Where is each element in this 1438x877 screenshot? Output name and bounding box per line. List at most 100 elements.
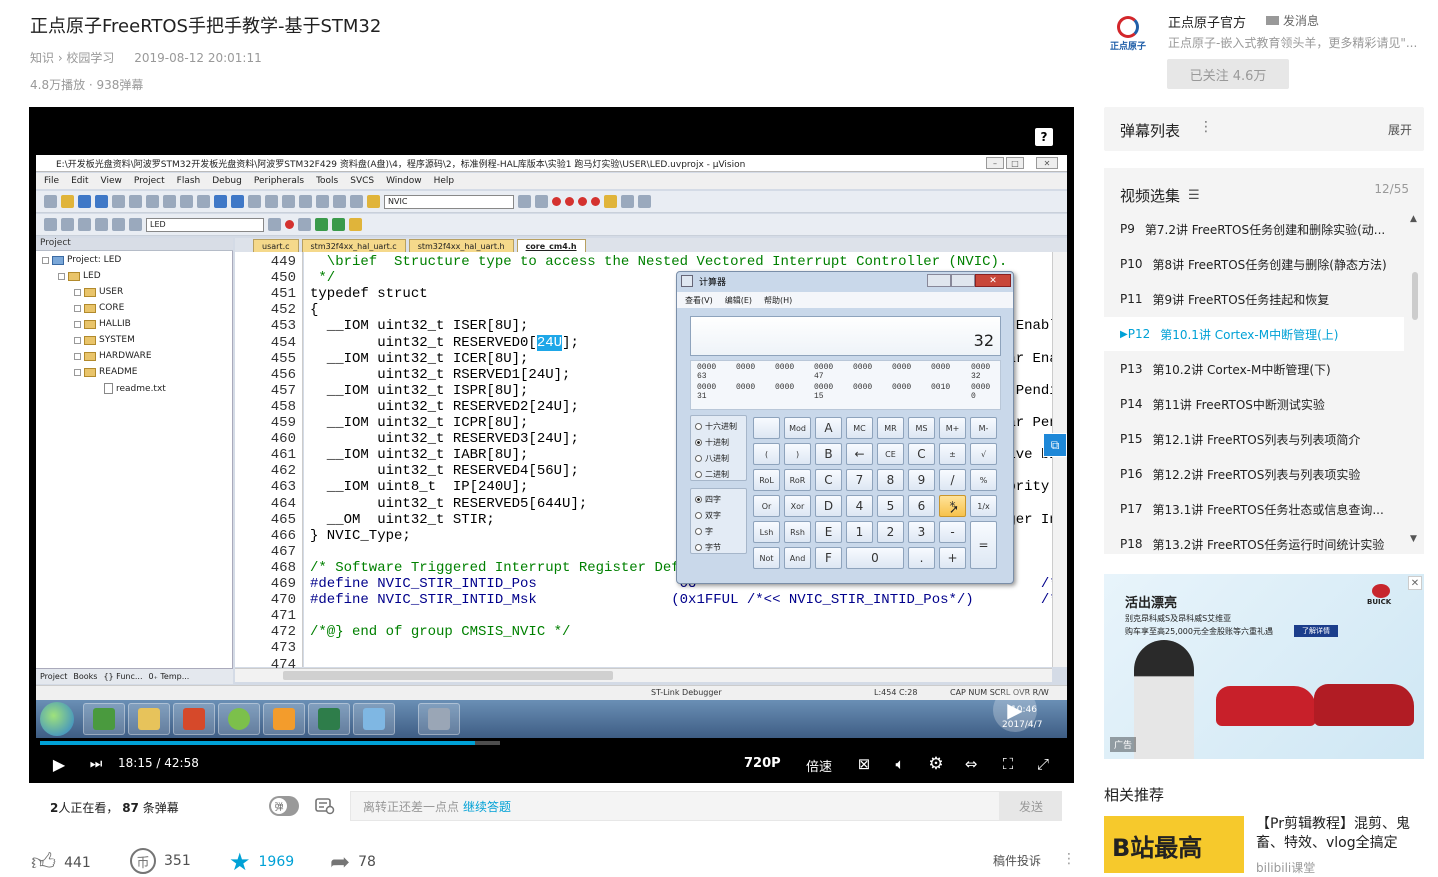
episode-item[interactable]: P18 第13.2讲 FreeRTOS任务运行时间统计实验	[1104, 527, 1404, 561]
ad-close-icon[interactable]: ✕	[1408, 576, 1422, 590]
related-title: 相关推荐	[1104, 786, 1165, 804]
follow-button[interactable]: 已关注 4.6万	[1167, 59, 1289, 89]
play-icon[interactable]: ▶	[49, 754, 69, 774]
line-number: 460	[270, 431, 296, 448]
line-number: 459	[270, 415, 296, 431]
scroll-thumb[interactable]	[1412, 272, 1418, 320]
bit-group: 32	[971, 372, 981, 381]
calc-key: .	[908, 547, 935, 569]
episode-item[interactable]: P11 第9讲 FreeRTOS任务挂起和恢复	[1104, 282, 1404, 316]
episode-scrollbar[interactable]: ▲ ▼	[1408, 214, 1422, 544]
uploader-avatar[interactable]: 正点原子	[1108, 14, 1148, 54]
code-line: #define NVIC_STIR_INTID_Msk (0x1FFUL /*<…	[310, 592, 1052, 609]
danmaku-list-menu-icon[interactable]: ⋮	[1199, 119, 1213, 135]
web-fullscreen-icon[interactable]: ⛶	[997, 753, 1019, 775]
send-message-button[interactable]: 发消息	[1266, 12, 1319, 29]
line-number: 452	[270, 302, 296, 319]
favorite-button[interactable]: ★ 1969	[229, 848, 294, 876]
report-link[interactable]: 稿件投诉	[993, 852, 1041, 869]
bit-group: 0000	[853, 383, 873, 392]
calc-key: %	[970, 469, 997, 491]
settings-gear-icon[interactable]: ⚙	[925, 753, 947, 775]
episode-item[interactable]: P9 第7.2讲 FreeRTOS任务创建和删除实验(动...	[1104, 212, 1404, 246]
tree-item: HALLIB	[74, 319, 131, 329]
code-line-selected: uint32_t RESERVED0[24U];	[310, 334, 579, 351]
episode-item[interactable]: P10 第8讲 FreeRTOS任务创建与删除(静态方法)	[1104, 247, 1404, 281]
tree-item: LED	[58, 271, 101, 281]
calc-minimize-icon	[927, 274, 951, 287]
more-options-icon[interactable]: ⋮	[1062, 851, 1076, 867]
danmaku-list-panel[interactable]: 弹幕列表 ⋮ 展开	[1104, 107, 1424, 151]
ad-learn-more-button[interactable]: 了解详情	[1294, 625, 1338, 637]
bit-group: 47	[814, 372, 824, 381]
expand-button[interactable]: 展开	[1388, 121, 1412, 138]
tree-item: readme.txt	[104, 383, 166, 394]
taskbar-app-icon	[263, 703, 305, 735]
share-arrow-icon: ➦	[330, 848, 351, 876]
radix-oct: 八进制	[695, 453, 729, 464]
taskbar-app-icon	[83, 703, 125, 735]
category-link[interactable]: 知识 › 校园学习	[30, 51, 114, 65]
ad-car-image	[1314, 684, 1414, 726]
uploader-name[interactable]: 正点原子官方	[1168, 12, 1246, 31]
volume-icon[interactable]: 🔈︎	[889, 753, 911, 775]
video-frame: E:\开发板光盘资料\阿波罗STM32开发板光盘资料\阿波罗STM32F429 …	[36, 155, 1067, 738]
ad-banner[interactable]: 活出漂亮 别克昂科威S及昂科威S艾维亚 购车享至高25,000元全金股账等六重礼…	[1104, 574, 1424, 759]
publish-date: 2019-08-12 20:01:11	[134, 51, 262, 65]
calc-key	[753, 417, 780, 439]
line-number: 461	[270, 447, 296, 464]
episode-item[interactable]: P17 第13.1讲 FreeRTOS任务壮态或信息查询...	[1104, 492, 1404, 526]
danmaku-toggle[interactable]: 弹	[269, 796, 299, 816]
scroll-down-icon[interactable]: ▼	[1410, 534, 1417, 544]
calc-key: D	[815, 495, 842, 517]
related-uploader[interactable]: bilibili课堂	[1256, 859, 1315, 876]
danmaku-input[interactable]: 离转正还差一点点 继续答题	[350, 791, 1000, 821]
line-number: 454	[270, 334, 296, 351]
related-thumbnail[interactable]: B站最高	[1104, 816, 1244, 873]
episode-item[interactable]: P14 第11讲 FreeRTOS中断测试实验	[1104, 387, 1404, 421]
big-play-icon[interactable]: ▶	[993, 688, 1037, 732]
mail-icon	[1266, 16, 1279, 25]
mouse-cursor-icon: ➚	[949, 502, 960, 516]
file-tab: stm32f4xx_hal_uart.h	[408, 239, 514, 252]
bit-group: 0000	[853, 363, 873, 372]
episode-item[interactable]: P13 第10.2讲 Cortex-M中断管理(下)	[1104, 352, 1404, 386]
calc-key: MS	[908, 417, 935, 439]
fullscreen-icon[interactable]: ⤢	[1032, 753, 1054, 775]
quality-button[interactable]: 720P	[744, 756, 781, 771]
wide-mode-icon[interactable]: ⇔	[960, 753, 982, 775]
calc-key: (	[753, 443, 780, 465]
episode-item[interactable]: P16 第12.2讲 FreeRTOS列表与列表项实验	[1104, 457, 1404, 491]
speed-button[interactable]: 倍速	[806, 756, 832, 775]
send-danmaku-button[interactable]: 发送	[1000, 791, 1062, 821]
episode-title: 第13.2讲 FreeRTOS任务运行时间统计实验	[1152, 537, 1385, 552]
share-button[interactable]: ➦ 78	[330, 848, 376, 876]
next-icon[interactable]: ⏭	[86, 754, 106, 774]
menu-flash: Flash	[176, 176, 201, 186]
episode-list-panel: 视频选集 ☰ 12/55 P9 第7.2讲 FreeRTOS任务创建和删除实验(动…	[1104, 168, 1424, 554]
continue-quiz-link[interactable]: 继续答题	[463, 798, 511, 815]
danmaku-off-icon[interactable]: ⊠	[853, 753, 875, 775]
line-number: 456	[270, 366, 296, 383]
bit-group: 0000	[736, 363, 756, 372]
project-panel-header: Project	[36, 238, 233, 251]
uvision-menu-bar: File Edit View Project Flash Debug Perip…	[36, 173, 1067, 189]
coin-button[interactable]: 币 351	[130, 848, 191, 874]
related-video-title[interactable]: 【Pr剪辑教程】混剪、鬼畜、特效、vlog全搞定	[1256, 815, 1421, 853]
episode-item-current[interactable]: ▶ P12 第10.1讲 Cortex-M中断管理(上)	[1104, 317, 1404, 351]
tree-item: USER	[74, 287, 123, 297]
bit-group: 0010	[931, 383, 951, 392]
bit-group: 63	[697, 372, 707, 381]
episode-item[interactable]: P15 第12.1讲 FreeRTOS列表与列表项简介	[1104, 422, 1404, 456]
scroll-up-icon[interactable]: ▲	[1410, 214, 1417, 224]
danmaku-settings-icon[interactable]	[314, 796, 336, 816]
calc-key: MR	[877, 417, 904, 439]
episode-number: P18	[1120, 537, 1143, 551]
calc-menu-item: 帮助(H)	[764, 295, 793, 305]
calc-key: Or	[753, 495, 780, 517]
tree-item: Project: LED	[42, 255, 121, 265]
file-tabs: usart.c stm32f4xx_hal_uart.c stm32f4xx_h…	[235, 238, 1067, 252]
help-icon[interactable]: ?	[1035, 128, 1053, 146]
tree-item: HARDWARE	[74, 351, 152, 361]
calc-key: 1/x	[970, 495, 997, 517]
